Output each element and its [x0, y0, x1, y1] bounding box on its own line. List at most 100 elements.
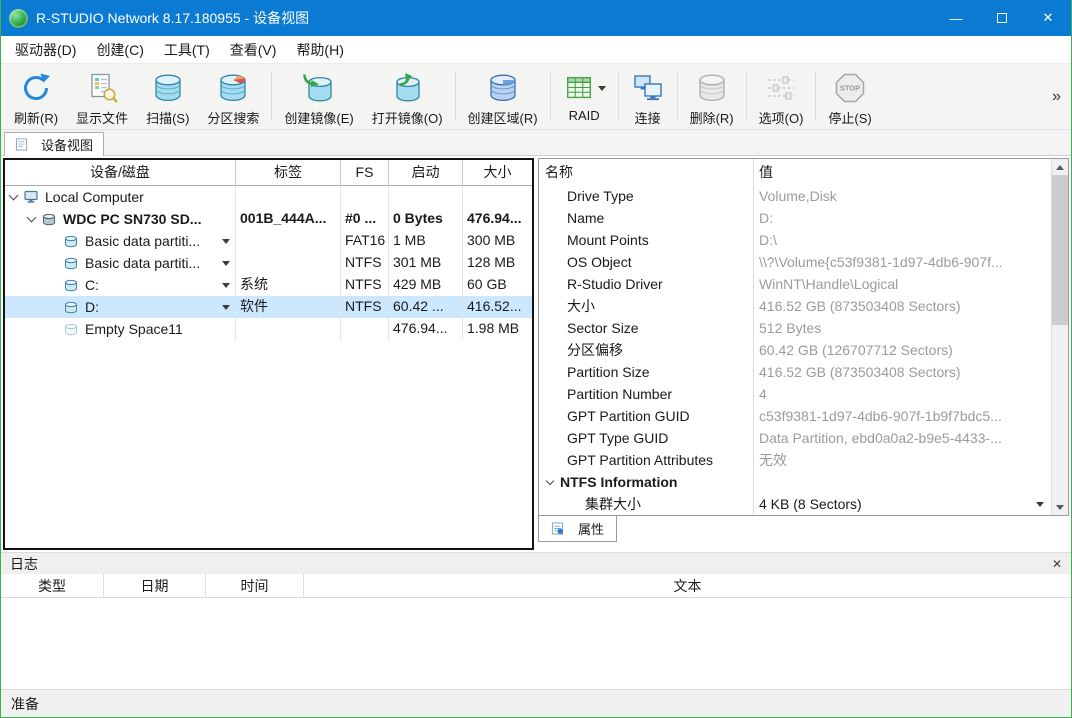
combo-dropdown-arrow-icon[interactable]	[1036, 502, 1044, 507]
properties-area: 名称 值 Drive Type Volume,Disk Name D: Moun…	[538, 158, 1069, 550]
toolbar: 刷新(R) 显示文件 扫描(S) 分区搜索 创建镜像(E)	[1, 64, 1071, 130]
dropdown-arrow-icon[interactable]	[222, 305, 230, 310]
minimize-icon: —	[950, 11, 963, 26]
maximize-button[interactable]	[979, 0, 1025, 36]
scroll-down-button[interactable]	[1052, 499, 1068, 515]
property-row-os-object[interactable]: OS Object \\?\Volume{c53f9381-1d97-4db6-…	[539, 251, 1051, 273]
tab-label: 设备视图	[41, 135, 93, 154]
expander-chevron-icon[interactable]	[27, 213, 37, 223]
toolbar-options-button[interactable]: 选项(O)	[750, 65, 813, 128]
property-row-mount-points[interactable]: Mount Points D:\	[539, 229, 1051, 251]
show-files-icon	[85, 68, 119, 108]
maximize-icon	[997, 13, 1007, 23]
toolbar-button-label: 创建镜像(E)	[284, 108, 353, 127]
properties-scrollbar[interactable]	[1051, 159, 1068, 515]
log-column-headers: 类型 日期 时间 文本	[1, 574, 1071, 598]
tab-device-view[interactable]: 设备视图	[4, 132, 104, 156]
table-row-local-computer[interactable]: Local Computer	[5, 186, 532, 208]
table-row-empty-space[interactable]: Empty Space11 476.94... 1.98 MB	[5, 318, 532, 340]
log-column-text[interactable]: 文本	[304, 574, 1071, 597]
property-row-size[interactable]: 大小 416.52 GB (873503408 Sectors)	[539, 295, 1051, 317]
properties-tab-label: 属性	[578, 519, 604, 538]
property-row-gpt-type-guid[interactable]: GPT Type GUID Data Partition, ebd0a0a2-b…	[539, 427, 1051, 449]
scrollbar-track[interactable]	[1052, 175, 1068, 499]
column-header-start[interactable]: 启动	[389, 160, 463, 186]
toolbar-button-label: 删除(R)	[690, 108, 734, 127]
property-row-drive-type[interactable]: Drive Type Volume,Disk	[539, 185, 1051, 207]
property-row-rstudio-driver[interactable]: R-Studio Driver WinNT\Handle\Logical	[539, 273, 1051, 295]
menu-item-tools[interactable]: 工具(T)	[154, 36, 220, 64]
dropdown-arrow-icon[interactable]	[222, 283, 230, 288]
toolbar-button-label: 创建区域(R)	[468, 108, 538, 127]
app-window: R-STUDIO Network 8.17.180955 - 设备视图 — ✕ …	[0, 0, 1072, 718]
table-row-d-drive-selected[interactable]: D: 软件 NTFS 60.42 ... 416.52...	[5, 296, 532, 318]
stop-icon: STOP	[833, 68, 867, 108]
dropdown-arrow-icon[interactable]	[222, 261, 230, 266]
empty-space-icon	[64, 322, 80, 336]
scrollbar-thumb[interactable]	[1052, 175, 1068, 325]
property-row-gpt-partition-attributes[interactable]: GPT Partition Attributes 无效	[539, 449, 1051, 471]
property-row-partition-size[interactable]: Partition Size 416.52 GB (873503408 Sect…	[539, 361, 1051, 383]
toolbar-create-image-button[interactable]: 创建镜像(E)	[275, 65, 362, 128]
toolbar-overflow-button[interactable]: »	[1048, 88, 1065, 106]
toolbar-create-region-button[interactable]: 创建区域(R)	[459, 65, 547, 128]
property-row-sector-size[interactable]: Sector Size 512 Bytes	[539, 317, 1051, 339]
hard-drive-icon	[42, 212, 58, 226]
table-row-c-drive[interactable]: C: 系统 NTFS 429 MB 60 GB	[5, 274, 532, 296]
partition-search-icon	[216, 68, 250, 108]
column-header-value[interactable]: 值	[753, 159, 1051, 185]
column-header-device[interactable]: 设备/磁盘	[5, 160, 236, 186]
toolbar-button-label: RAID	[569, 108, 600, 123]
log-column-time[interactable]: 时间	[206, 574, 304, 597]
toolbar-button-label: 打开镜像(O)	[372, 108, 443, 127]
property-row-name[interactable]: Name D:	[539, 207, 1051, 229]
log-column-type[interactable]: 类型	[1, 574, 104, 597]
column-header-label[interactable]: 标签	[236, 160, 341, 186]
expander-chevron-icon[interactable]	[9, 191, 19, 201]
toolbar-button-label: 选项(O)	[759, 108, 804, 127]
property-row-partition-number[interactable]: Partition Number 4	[539, 383, 1051, 405]
toolbar-raid-button[interactable]: RAID	[554, 65, 615, 128]
expander-chevron-icon[interactable]	[546, 477, 554, 485]
connect-icon	[631, 68, 665, 108]
raid-dropdown-arrow-icon[interactable]	[598, 86, 606, 91]
window-title: R-STUDIO Network 8.17.180955 - 设备视图	[36, 8, 309, 28]
table-row-wdc-disk[interactable]: WDC PC SN730 SD... 001B_444A... #0 ... 0…	[5, 208, 532, 230]
toolbar-button-label: 刷新(R)	[14, 108, 58, 127]
toolbar-show-files-button[interactable]: 显示文件	[67, 65, 137, 128]
table-row-basic-partition-1[interactable]: Basic data partiti... FAT16 1 MB 300 MB	[5, 230, 532, 252]
toolbar-refresh-button[interactable]: 刷新(R)	[5, 65, 67, 128]
device-view-icon	[15, 138, 31, 152]
column-header-fs[interactable]: FS	[341, 160, 389, 186]
property-section-ntfs-information[interactable]: NTFS Information	[539, 471, 1051, 493]
property-row-partition-offset[interactable]: 分区偏移 60.42 GB (126707712 Sectors)	[539, 339, 1051, 361]
menu-item-view[interactable]: 查看(V)	[220, 36, 287, 64]
log-titlebar: 日志 ✕	[1, 552, 1071, 574]
toolbar-open-image-button[interactable]: 打开镜像(O)	[363, 65, 452, 128]
close-button[interactable]: ✕	[1025, 0, 1071, 36]
table-row-basic-partition-2[interactable]: Basic data partiti... NTFS 301 MB 128 MB	[5, 252, 532, 274]
column-header-size[interactable]: 大小	[463, 160, 532, 186]
log-column-date[interactable]: 日期	[104, 574, 206, 597]
property-row-gpt-partition-guid[interactable]: GPT Partition GUID c53f9381-1d97-4db6-90…	[539, 405, 1051, 427]
menu-item-drive[interactable]: 驱动器(D)	[5, 36, 86, 64]
column-header-name[interactable]: 名称	[539, 159, 753, 185]
dropdown-arrow-icon[interactable]	[222, 239, 230, 244]
toolbar-button-label: 连接	[635, 108, 661, 127]
tab-properties[interactable]: 属性	[538, 516, 617, 542]
menu-item-help[interactable]: 帮助(H)	[286, 36, 353, 64]
toolbar-separator	[271, 72, 272, 121]
refresh-icon	[19, 68, 53, 108]
toolbar-scan-button[interactable]: 扫描(S)	[137, 65, 198, 128]
menu-item-create[interactable]: 创建(C)	[86, 36, 153, 64]
log-close-button[interactable]: ✕	[1052, 557, 1062, 571]
minimize-button[interactable]: —	[933, 0, 979, 36]
toolbar-partition-search-button[interactable]: 分区搜索	[198, 65, 268, 128]
toolbar-connect-button[interactable]: 连接	[622, 65, 674, 128]
partition-icon	[64, 300, 80, 314]
toolbar-separator	[746, 72, 747, 121]
properties-header: 名称 值	[539, 159, 1051, 185]
stop-icon-text: STOP	[840, 84, 860, 93]
property-row-cluster-size[interactable]: 集群大小 4 KB (8 Sectors)	[539, 493, 1051, 515]
scroll-up-button[interactable]	[1052, 159, 1068, 175]
